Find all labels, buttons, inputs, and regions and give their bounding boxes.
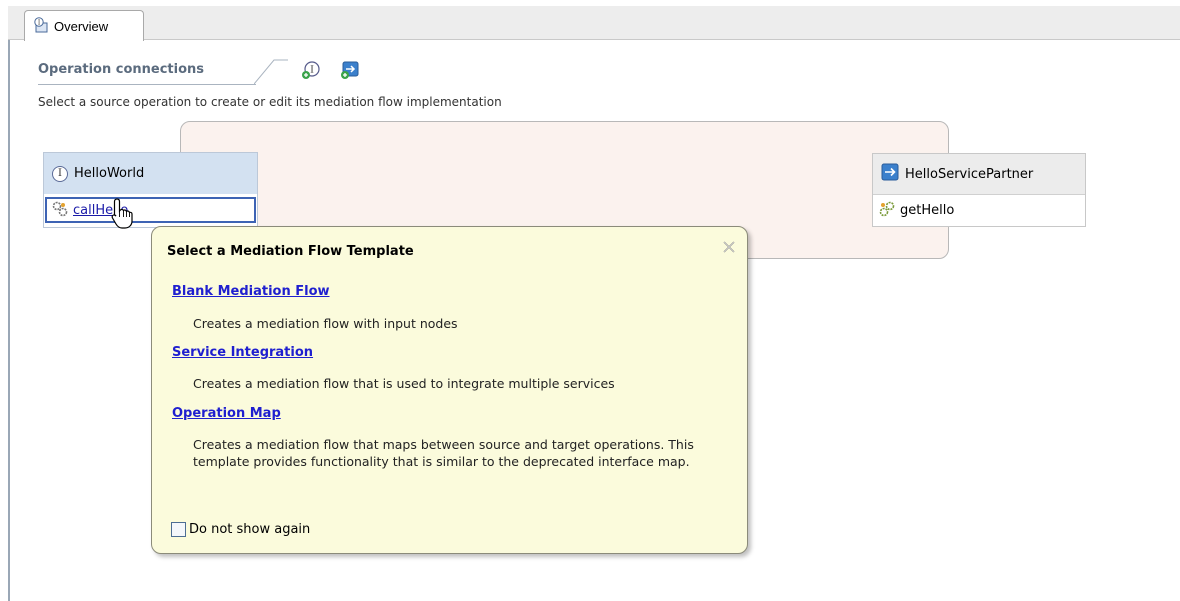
editor-tab-bar: I Overview [8,6,1180,41]
reference-box: HelloServicePartner getHello [872,153,1086,227]
template-description: Creates a mediation flow that is used to… [193,376,615,391]
close-icon[interactable] [721,240,737,256]
do-not-show-again-checkbox[interactable] [171,522,186,537]
interface-operation-callhello[interactable]: callHello [45,197,256,223]
editor-left-border [8,40,10,601]
section-title: Operation connections [38,62,205,77]
interface-icon: I [52,165,68,182]
template-operation-map-link[interactable]: Operation Map [172,406,281,421]
add-reference-icon[interactable] [339,59,361,81]
reference-operation-gethello[interactable]: getHello [873,194,1085,226]
operation-gear-icon [52,201,68,220]
tab-label: Overview [54,18,109,34]
operation-link[interactable]: callHello [73,203,128,218]
reference-header: HelloServicePartner [873,154,1085,194]
reference-name: HelloServicePartner [905,166,1034,182]
mediation-template-popup: Select a Mediation Flow Template Blank M… [151,226,748,554]
template-description: Creates a mediation flow that maps betwe… [193,437,694,469]
popup-title: Select a Mediation Flow Template [167,244,414,259]
operation-gear-icon [879,201,895,221]
section-title-divider [254,59,288,85]
svg-text:I: I [310,66,314,76]
interface-icon: I [33,16,49,36]
checkbox-label: Do not show again [189,522,311,537]
section-title-underline [38,84,256,85]
template-blank-mediation-flow-link[interactable]: Blank Mediation Flow [172,284,330,299]
reference-operation-label: getHello [900,203,955,218]
section-description: Select a source operation to create or e… [38,95,502,109]
tab-overview[interactable]: I Overview [24,10,144,41]
interface-name: HelloWorld [74,166,145,181]
template-description: Creates a mediation flow with input node… [193,316,458,331]
reference-arrow-icon [881,163,899,185]
interface-box: I HelloWorld callHello [43,152,258,228]
interface-header: I HelloWorld [44,153,257,194]
add-interface-icon[interactable]: I [300,59,322,81]
do-not-show-again-checkbox-row[interactable]: Do not show again [171,522,310,537]
template-service-integration-link[interactable]: Service Integration [172,345,313,360]
